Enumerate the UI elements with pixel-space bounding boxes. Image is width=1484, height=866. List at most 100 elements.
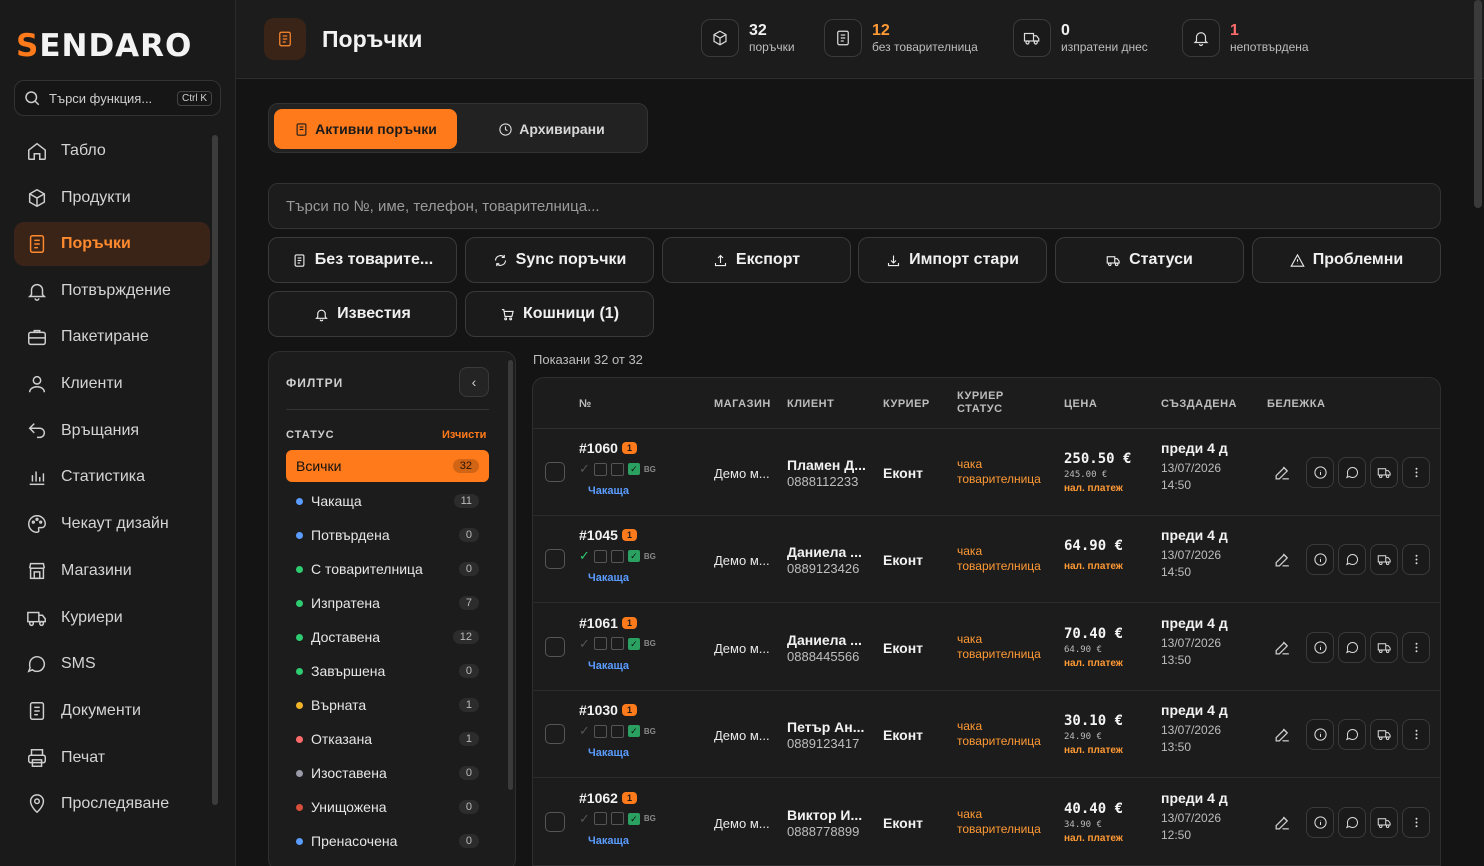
- table-row[interactable]: #1045 1 ✓ ✓ BG Чакаща Демо м... Даниела .…: [533, 516, 1440, 604]
- sidebar-item-0[interactable]: Табло: [14, 128, 210, 175]
- filter-label: Чакаща: [311, 493, 362, 509]
- client-name[interactable]: Петър Ан...: [787, 719, 864, 735]
- client-name[interactable]: Даниела ...: [787, 544, 862, 560]
- row-checkbox[interactable]: [545, 811, 565, 832]
- message-button[interactable]: [1338, 631, 1366, 663]
- order-id[interactable]: #1030 1: [579, 702, 637, 718]
- statuses-button[interactable]: Статуси: [1055, 237, 1244, 283]
- status-filter-item[interactable]: Завършена 0: [286, 654, 489, 688]
- shipment-button[interactable]: [1370, 544, 1398, 576]
- col-courier-status[interactable]: КУРИЕР СТАТУС: [957, 390, 1004, 416]
- row-checkbox[interactable]: [545, 636, 565, 657]
- sidebar-item-5[interactable]: Клиенти: [14, 361, 210, 408]
- row-checkbox[interactable]: [545, 462, 565, 482]
- export-button[interactable]: Експорт: [662, 237, 851, 283]
- status-filter-item[interactable]: Върната 1: [286, 688, 489, 722]
- message-button[interactable]: [1338, 719, 1366, 751]
- info-button[interactable]: [1306, 806, 1334, 838]
- client-name[interactable]: Пламен Д...: [787, 457, 866, 473]
- notifications-button[interactable]: Известия: [268, 291, 457, 337]
- feature-search-input[interactable]: Търси функция... Ctrl K: [14, 80, 221, 116]
- sidebar-item-2[interactable]: Поръчки: [14, 222, 210, 267]
- col-courier[interactable]: КУРИЕР: [883, 398, 930, 411]
- message-button[interactable]: [1338, 544, 1366, 576]
- page-scrollbar[interactable]: [1474, 0, 1482, 208]
- client-name[interactable]: Виктор И...: [787, 807, 862, 823]
- edit-note-button[interactable]: [1273, 813, 1292, 832]
- collapse-filters-button[interactable]: ‹: [459, 367, 489, 397]
- more-button[interactable]: [1402, 457, 1430, 488]
- status-filter-item[interactable]: С товарителница 0: [286, 552, 489, 586]
- message-button[interactable]: [1338, 806, 1366, 838]
- more-button[interactable]: [1402, 719, 1430, 751]
- sidebar-item-10[interactable]: Куриери: [14, 594, 210, 641]
- info-button[interactable]: [1306, 457, 1334, 488]
- sidebar-item-3[interactable]: Потвърждение: [14, 267, 210, 314]
- client-name[interactable]: Даниела ...: [787, 632, 862, 648]
- order-id[interactable]: #1045 1: [579, 527, 637, 543]
- status-filter-item[interactable]: Отказана 1: [286, 722, 489, 756]
- status-filter-item[interactable]: Потвърдена 0: [286, 518, 489, 552]
- tab-active-orders[interactable]: Активни поръчки: [274, 109, 457, 149]
- sidebar-item-4[interactable]: Пакетиране: [14, 314, 210, 361]
- col-price[interactable]: ЦЕНА: [1064, 398, 1097, 411]
- col-created[interactable]: СЪЗДАДЕНА: [1161, 398, 1237, 411]
- edit-note-button[interactable]: [1273, 725, 1292, 744]
- sidebar-item-7[interactable]: Статистика: [14, 454, 210, 501]
- row-checkbox[interactable]: [545, 724, 565, 745]
- more-button[interactable]: [1402, 544, 1430, 576]
- order-id[interactable]: #1061 1: [579, 615, 637, 631]
- col-client[interactable]: КЛИЕНТ: [787, 398, 834, 411]
- clear-filters-link[interactable]: Изчисти: [442, 429, 486, 441]
- table-row[interactable]: #1060 1 ✓ ✓ BG Чакаща Демо м... Пламен Д.…: [533, 429, 1440, 516]
- sidebar-item-13[interactable]: Печат: [14, 734, 210, 781]
- shipment-button[interactable]: [1370, 719, 1398, 751]
- edit-note-button[interactable]: [1273, 463, 1292, 482]
- sidebar-item-14[interactable]: Проследяване: [14, 781, 210, 828]
- table-row[interactable]: #1062 1 ✓ ✓ BG Чакаща Демо м... Виктор И.…: [533, 779, 1440, 866]
- sidebar-item-9[interactable]: Магазини: [14, 548, 210, 595]
- status-filter-item[interactable]: Всички 32: [286, 450, 489, 482]
- table-row[interactable]: #1061 1 ✓ ✓ BG Чакаща Демо м... Даниела .…: [533, 604, 1440, 691]
- shipment-button[interactable]: [1370, 806, 1398, 838]
- carts-button[interactable]: Кошници (1): [465, 291, 654, 337]
- problematic-button[interactable]: Проблемни: [1252, 237, 1441, 283]
- row-checkbox[interactable]: [545, 549, 565, 570]
- status-filter-item[interactable]: Чакаща 11: [286, 484, 489, 518]
- sidebar-item-11[interactable]: SMS: [14, 641, 210, 688]
- status-filter-item[interactable]: Унищожена 0: [286, 790, 489, 824]
- status-filter-item[interactable]: Изпратена 7: [286, 586, 489, 620]
- sidebar-item-8[interactable]: Чекаут дизайн: [14, 501, 210, 548]
- shipment-button[interactable]: [1370, 631, 1398, 663]
- edit-note-button[interactable]: [1273, 550, 1292, 569]
- info-button[interactable]: [1306, 544, 1334, 576]
- no-waybill-button[interactable]: Без товарите...: [268, 237, 457, 283]
- order-id[interactable]: #1060 1: [579, 440, 637, 456]
- sync-orders-button[interactable]: Sync поръчки: [465, 237, 654, 283]
- shipment-button[interactable]: [1370, 457, 1398, 488]
- logo[interactable]: SENDARO: [16, 28, 192, 64]
- more-button[interactable]: [1402, 631, 1430, 663]
- order-search-input[interactable]: Търси по №, име, телефон, товарителница.…: [268, 183, 1441, 229]
- col-note[interactable]: БЕЛЕЖКА: [1267, 398, 1325, 411]
- message-button[interactable]: [1338, 457, 1366, 488]
- col-shop[interactable]: МАГАЗИН: [714, 398, 771, 411]
- tab-archived[interactable]: Архивирани: [459, 109, 644, 149]
- filters-scrollbar[interactable]: [508, 360, 513, 790]
- col-no[interactable]: №: [579, 398, 592, 411]
- status-filter-item[interactable]: Изоставена 0: [286, 756, 489, 790]
- info-button[interactable]: [1306, 631, 1334, 663]
- status-filter-item[interactable]: Пренасочена 0: [286, 824, 489, 858]
- sidebar-scrollbar[interactable]: [212, 135, 218, 805]
- import-old-button[interactable]: Импорт стари: [858, 237, 1047, 283]
- info-button[interactable]: [1306, 719, 1334, 751]
- edit-note-button[interactable]: [1273, 638, 1292, 657]
- sidebar-item-1[interactable]: Продукти: [14, 175, 210, 222]
- table-row[interactable]: #1030 1 ✓ ✓ BG Чакаща Демо м... Петър Ан.…: [533, 691, 1440, 779]
- status-filter-item[interactable]: Доставена 12: [286, 620, 489, 654]
- more-button[interactable]: [1402, 806, 1430, 838]
- check-icon: ✓: [579, 723, 590, 739]
- sidebar-item-12[interactable]: Документи: [14, 688, 210, 735]
- order-id[interactable]: #1062 1: [579, 790, 637, 806]
- sidebar-item-6[interactable]: Връщания: [14, 407, 210, 454]
